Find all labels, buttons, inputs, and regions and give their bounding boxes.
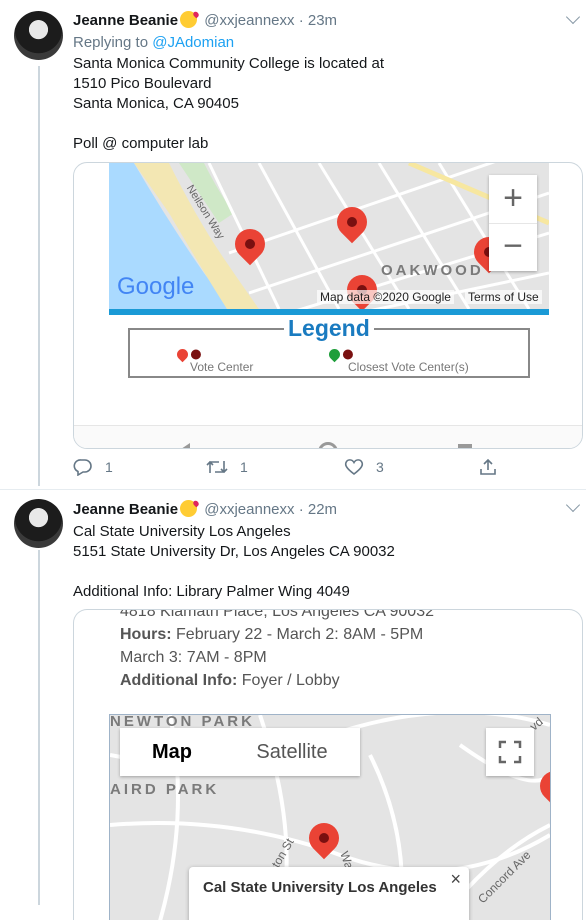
legend-title: Legend — [284, 315, 374, 342]
avatar[interactable] — [14, 11, 63, 60]
card-hours: Hours: February 22 - March 2: 8AM - 5PM — [120, 626, 423, 644]
replying-to: Replying to @JAdomian — [73, 34, 234, 51]
share-icon[interactable] — [479, 458, 497, 476]
replying-label: Replying to — [73, 34, 149, 51]
reply-icon[interactable] — [73, 458, 93, 476]
area-label: AIRD PARK — [110, 781, 220, 798]
tweet-header: Jeanne Beanie @xxjeannexx · 23m — [73, 11, 337, 29]
card-address: 4818 Klamath Place, Los Angeles CA 90032 — [120, 609, 434, 620]
user-handle[interactable]: @xxjeannexx — [204, 12, 294, 29]
legend: Legend Vote Center Closest Vote Center(s… — [128, 315, 530, 378]
reply-action[interactable]: 1 — [73, 458, 113, 476]
satellite-tab[interactable]: Satellite — [224, 728, 360, 776]
reply-count: 1 — [105, 459, 113, 475]
legend-closest-label: Closest Vote Center(s) — [348, 360, 469, 374]
hours-label: Hours: — [120, 626, 172, 643]
fullscreen-icon — [498, 740, 522, 764]
replying-to-link[interactable]: @JAdomian — [152, 34, 234, 51]
legend-vote-label: Vote Center — [190, 360, 254, 374]
media-card[interactable]: Neilson Way OAKWOOD Google Map data ©202… — [73, 162, 583, 449]
retweet-count: 1 — [240, 459, 248, 475]
heart-icon[interactable] — [344, 458, 364, 476]
timestamp[interactable]: 23m — [308, 12, 337, 29]
tweet-text: Cal State University Los Angeles 5151 St… — [73, 522, 395, 602]
tweet-text: Santa Monica Community College is locate… — [73, 54, 384, 154]
google-logo: Google — [117, 273, 195, 300]
recents-nav-icon — [458, 444, 472, 448]
retweet-action[interactable]: 1 — [206, 458, 248, 476]
kiss-emoji-icon — [180, 11, 198, 28]
info-label: Additional Info: — [120, 672, 238, 689]
map-view[interactable]: Neilson Way OAKWOOD Google Map data ©202… — [109, 163, 549, 315]
retweet-icon[interactable] — [206, 458, 228, 476]
info-popup[interactable]: Cal State University Los Angeles × — [189, 867, 469, 920]
tweet-line: 5151 State University Dr, Los Angeles CA… — [73, 543, 395, 560]
display-name[interactable]: Jeanne Beanie — [73, 501, 178, 518]
tweet-header: Jeanne Beanie @xxjeannexx · 22m — [73, 500, 337, 518]
tweet-line: Cal State University Los Angeles — [73, 523, 291, 540]
tweet-line: 1510 Pico Boulevard — [73, 75, 212, 92]
zoom-out-button[interactable]: − — [489, 224, 537, 271]
back-nav-icon — [181, 443, 190, 448]
tweet-actions: 1 1 3 — [73, 458, 503, 480]
map-tab[interactable]: Map — [120, 728, 224, 776]
user-handle[interactable]: @xxjeannexx — [204, 501, 294, 518]
separator-dot: · — [298, 501, 304, 518]
green-pin-icon — [326, 346, 343, 363]
map-data-label: Map data ©2020 Google — [317, 290, 454, 304]
share-action[interactable] — [479, 458, 497, 476]
display-name[interactable]: Jeanne Beanie — [73, 12, 178, 29]
avatar[interactable] — [14, 499, 63, 548]
thread-line — [38, 550, 40, 905]
red-pin-icon — [174, 346, 191, 363]
popup-title: Cal State University Los Angeles — [203, 879, 437, 896]
area-label: OAKWOOD — [381, 262, 484, 279]
terms-link[interactable]: Terms of Use — [465, 290, 542, 304]
map-type-control: Map Satellite — [120, 728, 360, 776]
tweet-divider — [0, 489, 586, 490]
timestamp[interactable]: 22m — [308, 501, 337, 518]
hours-line2: March 3: 7AM - 8PM — [120, 649, 267, 666]
popup-close-button[interactable]: × — [450, 869, 461, 890]
like-count: 3 — [376, 459, 384, 475]
chevron-down-icon[interactable] — [565, 497, 581, 513]
card-info: Additional Info: Foyer / Lobby — [120, 672, 340, 690]
home-nav-icon — [318, 442, 338, 448]
thread-line — [38, 66, 40, 486]
tweet-line: Santa Monica Community College is locate… — [73, 55, 384, 72]
tweet-line: Additional Info: Library Palmer Wing 404… — [73, 583, 350, 600]
zoom-controls: + − — [489, 175, 537, 271]
phone-nav-bar — [74, 425, 582, 448]
media-card[interactable]: 4818 Klamath Place, Los Angeles CA 90032… — [73, 609, 583, 920]
map-view[interactable]: NEWTON PARK AIRD PARK Map Satellite Conc… — [109, 714, 551, 920]
zoom-in-button[interactable]: + — [489, 175, 537, 224]
tweet-line: Santa Monica, CA 90405 — [73, 95, 239, 112]
like-action[interactable]: 3 — [344, 458, 384, 476]
hours-value: February 22 - March 2: 8AM - 5PM — [176, 626, 424, 643]
chevron-down-icon[interactable] — [565, 9, 581, 25]
kiss-emoji-icon — [180, 500, 198, 517]
fullscreen-button[interactable] — [486, 728, 534, 776]
tweet-line: Poll @ computer lab — [73, 135, 209, 152]
info-value: Foyer / Lobby — [241, 672, 340, 689]
separator-dot: · — [298, 12, 304, 29]
